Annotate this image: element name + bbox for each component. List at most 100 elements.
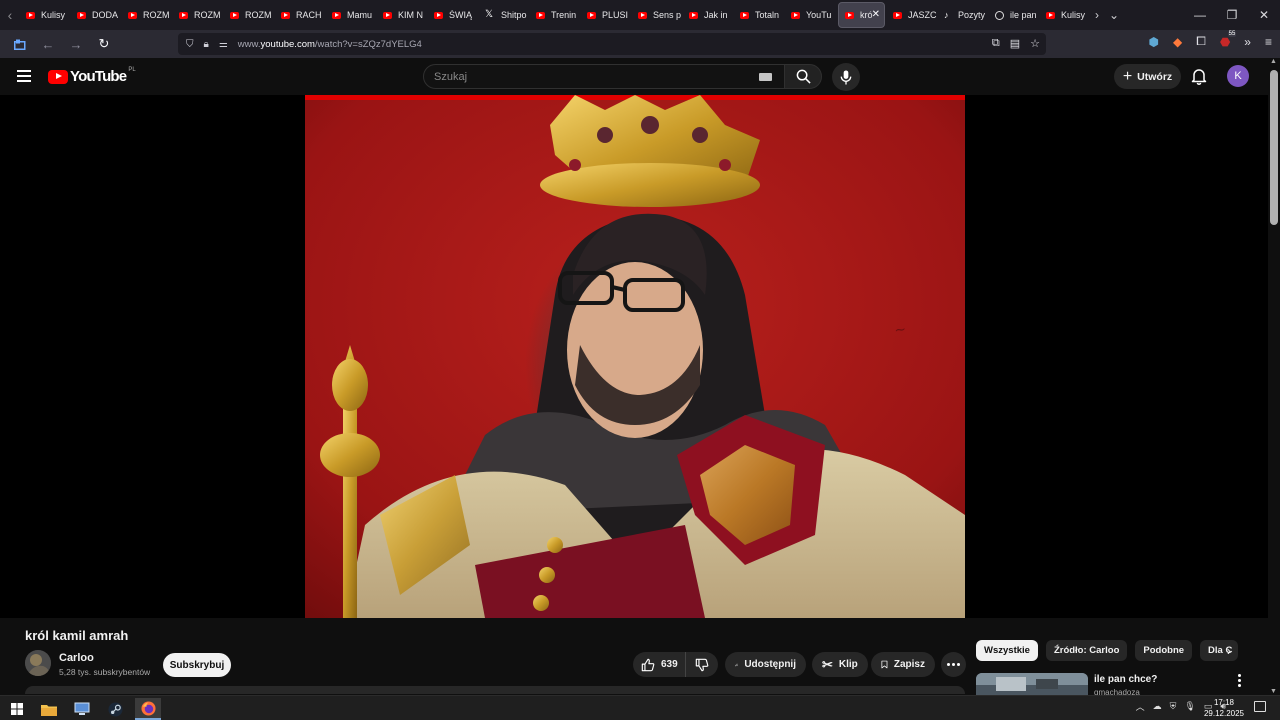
browser-tab[interactable]: JASZC [887, 2, 938, 28]
browser-tab[interactable]: ŚWIĄ [428, 2, 479, 28]
reader-view-icon[interactable]: ▤ [1010, 37, 1020, 50]
recommended-title[interactable]: ile pan chce? [1094, 674, 1157, 685]
steam-icon[interactable] [102, 698, 128, 720]
remote-desktop-icon[interactable] [69, 698, 95, 720]
reload-icon[interactable]: ↻ [92, 32, 116, 56]
video-frame[interactable]: ~ [305, 95, 965, 618]
tab-label: Jak in [704, 10, 728, 20]
like-dislike-group: 639 [633, 652, 718, 677]
onedrive-icon[interactable]: ☁ [1153, 701, 1162, 712]
browser-tab[interactable]: RACH [275, 2, 326, 28]
clock[interactable]: 17:18 29.12.2025 [1204, 697, 1244, 719]
browser-tab[interactable]: ROZM [122, 2, 173, 28]
scrollbar-thumb[interactable] [1270, 70, 1278, 225]
bookmark-icon [881, 660, 888, 669]
chip-source[interactable]: Źródło: Carloo [1045, 640, 1128, 661]
tab-close-icon[interactable]: ✕ [872, 9, 880, 20]
permissions-icon[interactable]: ⚌ [219, 39, 228, 50]
chip-related[interactable]: Podobne [1135, 640, 1193, 661]
forward-icon[interactable]: → [64, 32, 88, 56]
video-frame-image: ~ [305, 95, 965, 618]
channel-name[interactable]: Carloo [59, 652, 94, 664]
tab-scroll-right-icon[interactable]: › [1095, 8, 1099, 22]
account-avatar[interactable]: K [1227, 65, 1249, 87]
search-input[interactable]: Szukaj [423, 64, 785, 89]
sidebar-toggle-icon[interactable] [8, 32, 32, 56]
picture-in-picture-icon[interactable]: ⧉ [992, 37, 1000, 50]
window-close-icon[interactable]: ✕ [1248, 0, 1280, 30]
channel-avatar[interactable] [25, 650, 51, 676]
notifications-bell-icon[interactable] [1190, 67, 1208, 85]
file-explorer-icon[interactable] [36, 698, 62, 720]
ublock-icon[interactable]: ⬣ 55 [1220, 30, 1237, 49]
youtube-logo[interactable]: YouTube PL [48, 67, 136, 85]
url-actions: ⧉ ▤ ☆ [992, 37, 1040, 50]
browser-tab[interactable]: ROZM [173, 2, 224, 28]
more-actions-button[interactable] [941, 652, 966, 677]
bookmark-star-icon[interactable]: ☆ [1030, 37, 1040, 50]
scroll-down-icon[interactable]: ▼ [1270, 688, 1277, 695]
chip-all[interactable]: Wszystkie [976, 640, 1038, 661]
overflow-chevron-icon[interactable]: » [1244, 35, 1251, 49]
browser-tab[interactable]: PLUSI [581, 2, 632, 28]
browser-tab[interactable]: Kulisy [20, 2, 71, 28]
page-scrollbar[interactable]: ▲ ▼ [1268, 58, 1280, 695]
list-all-tabs-icon[interactable]: ⌄ [1109, 8, 1119, 22]
tab-scroll-left-icon[interactable]: ‹ [0, 0, 20, 30]
keyboard-icon[interactable] [759, 73, 772, 81]
restore-icon[interactable]: ❐ [1216, 0, 1248, 30]
browser-tab[interactable]: DODA [71, 2, 122, 28]
recommended-more-icon[interactable] [1234, 674, 1244, 688]
save-button[interactable]: Zapisz [871, 652, 935, 677]
browser-tab[interactable]: Totaln [734, 2, 785, 28]
tab-label: ROZM [194, 10, 221, 20]
clip-button[interactable]: ✂ Klip [812, 652, 868, 677]
shield-tray-icon[interactable]: ⛨ [1170, 701, 1177, 712]
browser-tab[interactable]: KIM N [377, 2, 428, 28]
description-box[interactable] [25, 686, 965, 694]
share-button[interactable]: Udostępnij [725, 652, 806, 677]
windows-start-icon[interactable] [4, 698, 30, 720]
browser-tab[interactable]: Sens p [632, 2, 683, 28]
browser-tab[interactable]: ♪ Pozyty [938, 2, 989, 28]
voice-search-button[interactable] [832, 63, 860, 91]
recommended-channel[interactable]: gmachadoza [1094, 688, 1140, 695]
like-button[interactable]: 639 [633, 652, 686, 677]
browser-tab[interactable]: YouTu [785, 2, 836, 28]
guide-menu-icon[interactable] [17, 70, 31, 82]
browser-navbar: ← → ↻ ⛉ 🔒︎ ⚌ www.youtube.com/watch?v=sZQ… [0, 30, 1280, 58]
browser-tab[interactable]: Jak in [683, 2, 734, 28]
search-button[interactable] [784, 64, 822, 89]
tray-expand-icon[interactable]: ︿ [1136, 700, 1145, 713]
url-text[interactable]: www.youtube.com/watch?v=sZQz7dYELG4 [238, 39, 422, 50]
subscribe-button[interactable]: Subskrybuj [163, 653, 231, 677]
extensions-puzzle-icon[interactable]: ⧠ [1196, 34, 1206, 49]
browser-tab[interactable]: ROZM [224, 2, 275, 28]
create-button[interactable]: + Utwórz [1114, 64, 1181, 89]
browser-tab[interactable]: ile pan [989, 2, 1040, 28]
chips-next-icon[interactable]: › [1220, 642, 1238, 660]
back-icon[interactable]: ← [36, 32, 60, 56]
tab-list: Kulisy DODA ROZM ROZM ROZM RACH Mamu KIM N ŚWIĄ 𝕏… [20, 0, 1091, 30]
minimize-icon[interactable]: — [1184, 0, 1216, 30]
dislike-button[interactable] [686, 652, 718, 677]
browser-tab[interactable]: Kulisy [1040, 2, 1091, 28]
notification-center-icon[interactable] [1254, 701, 1266, 712]
recommended-thumbnail[interactable] [976, 673, 1088, 695]
create-label: Utwórz [1137, 70, 1173, 83]
browser-tab[interactable]: Trenin [530, 2, 581, 28]
browser-tab[interactable]: 𝕏 Shitpo [479, 2, 530, 28]
browser-tab[interactable]: Mamu [326, 2, 377, 28]
scroll-up-icon[interactable]: ▲ [1270, 58, 1277, 65]
fox-extension-icon[interactable]: ◆ [1173, 35, 1182, 49]
url-bar[interactable]: ⛉ 🔒︎ ⚌ www.youtube.com/watch?v=sZQz7dYEL… [178, 33, 1046, 55]
video-player[interactable]: ~ [0, 95, 1268, 618]
firefox-icon[interactable] [135, 698, 161, 720]
microphone-tray-icon[interactable]: 🎙︎ [1184, 701, 1195, 712]
tracking-shield-icon[interactable]: ⛉ [186, 39, 194, 50]
lock-icon[interactable]: 🔒︎ [204, 39, 209, 50]
browser-tab-active[interactable]: kró ✕ [838, 2, 885, 28]
app-menu-icon[interactable]: ≡ [1265, 35, 1272, 49]
toolbar-extensions: ⬢ ◆ ⧠ ⬣ 55 » ≡ [1148, 30, 1272, 49]
shield-extension-icon[interactable]: ⬢ [1148, 35, 1158, 49]
